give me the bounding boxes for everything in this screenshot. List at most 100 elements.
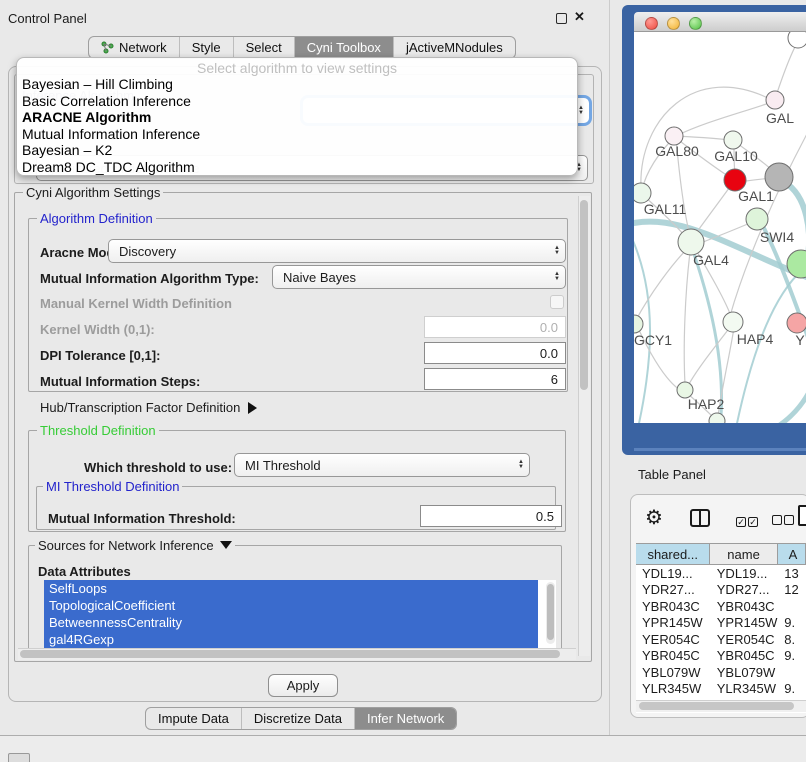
apply-button[interactable]: Apply (268, 674, 338, 697)
attribute-item[interactable]: gal4RGexp (44, 631, 538, 648)
threshold-definition-title: Threshold Definition (37, 423, 159, 438)
column-header-name[interactable]: name (710, 544, 777, 564)
tab-network-label: Network (119, 40, 167, 55)
data-attributes-list[interactable]: SelfLoopsTopologicalCoefficientBetweenne… (44, 580, 556, 648)
algorithm-option[interactable]: ARACNE Algorithm (17, 109, 577, 126)
close-icon[interactable]: ✕ (574, 9, 585, 25)
aracne-mode-combobox[interactable]: Discovery▲▼ (108, 239, 566, 263)
panel-divider[interactable] (609, 0, 610, 735)
sources-group-title[interactable]: Sources for Network Inference (35, 538, 235, 553)
network-edge[interactable] (694, 184, 732, 236)
algorithm-option[interactable]: Bayesian – K2 (17, 142, 577, 159)
network-node[interactable] (788, 32, 806, 48)
gear-icon[interactable]: ⚙ (645, 505, 663, 530)
document-icon[interactable] (798, 505, 806, 526)
kernel-width-field[interactable]: 0.0 (424, 316, 566, 338)
network-node[interactable] (746, 208, 768, 230)
network-node[interactable] (787, 313, 806, 333)
which-threshold-combobox[interactable]: MI Threshold▲▼ (234, 453, 530, 477)
algorithm-option[interactable]: Basic Correlation Inference (17, 93, 577, 110)
tab-cyni-toolbox[interactable]: Cyni Toolbox (294, 37, 393, 58)
network-edge[interactable] (676, 136, 730, 140)
node-table: shared... name A YDL19...YDL19...13YDR27… (636, 543, 806, 713)
attributes-scrollbar-thumb[interactable] (547, 584, 554, 640)
table-row[interactable]: YBR045CYBR045C9. (636, 648, 806, 665)
control-panel-title: Control Panel (8, 11, 87, 26)
hub-definition-toggle[interactable]: Hub/Transcription Factor Definition (40, 400, 257, 415)
table-panel-title: Table Panel (638, 467, 706, 482)
network-node[interactable] (724, 131, 742, 149)
dpi-tolerance-label: DPI Tolerance [0,1]: (40, 348, 160, 363)
algorithm-option[interactable]: Dream8 DC_TDC Algorithm (17, 159, 577, 176)
control-panel-tabs: Network Style Select Cyni Toolbox jActiv… (88, 36, 516, 59)
tab-network[interactable]: Network (89, 37, 179, 58)
network-window-titlebar[interactable] (634, 12, 806, 32)
table-row[interactable]: YER054CYER054C8. (636, 631, 806, 648)
mi-steps-label: Mutual Information Steps: (40, 374, 200, 389)
table-horizontal-scrollbar-thumb[interactable] (639, 702, 794, 710)
kernel-width-label: Kernel Width (0,1): (40, 322, 155, 337)
column-header-partial[interactable]: A (778, 544, 806, 564)
table-row[interactable]: YBR043CYBR043C (636, 598, 806, 615)
table-row[interactable]: YLR345WYLR345W9. (636, 681, 806, 698)
table-cell: YLR345W (636, 681, 711, 696)
table-cell: 8. (778, 632, 806, 647)
tab-select[interactable]: Select (233, 37, 294, 58)
table-row[interactable]: YDR27...YDR27...12 (636, 582, 806, 599)
tab-style[interactable]: Style (179, 37, 233, 58)
float-window-icon[interactable] (556, 13, 567, 24)
algorithm-option[interactable]: Mutual Information Inference (17, 126, 577, 143)
table-cell: YLR345W (711, 681, 779, 696)
table-row[interactable]: YPR145WYPR145W9. (636, 615, 806, 632)
network-node-label: GAL80 (655, 143, 699, 159)
table-cell: 9. (778, 615, 806, 630)
close-traffic-light[interactable] (645, 17, 658, 30)
zoom-traffic-light[interactable] (689, 17, 702, 30)
table-row[interactable]: YDL19...YDL19...13 (636, 565, 806, 582)
algorithm-option[interactable]: Bayesian – Hill Climbing (17, 76, 577, 93)
tab-infer-network[interactable]: Infer Network (354, 708, 456, 729)
settings-horizontal-scrollbar-thumb[interactable] (20, 650, 560, 658)
table-cell: YBL079W (636, 665, 711, 680)
network-node[interactable] (723, 312, 743, 332)
columns-icon[interactable] (690, 509, 710, 527)
table-cell: YDR27... (636, 582, 711, 597)
tab-discretize-data[interactable]: Discretize Data (241, 708, 354, 729)
deselect-all-checkboxes-icon[interactable] (772, 512, 796, 530)
network-node[interactable] (634, 183, 651, 203)
network-canvas[interactable]: GALGAL80GAL10GAL1GAL11SWI4GAL4GCY1HAP4YH… (634, 32, 806, 423)
table-cell: YBR043C (711, 599, 779, 614)
collapsed-panel-button[interactable] (8, 753, 30, 762)
network-node[interactable] (765, 163, 793, 191)
settings-vertical-scrollbar-thumb[interactable] (580, 200, 588, 390)
network-edge[interactable] (684, 252, 690, 384)
minimize-traffic-light[interactable] (667, 17, 680, 30)
select-all-checkboxes-icon[interactable]: ✓✓ (736, 512, 760, 530)
table-cell: YER054C (711, 632, 779, 647)
attribute-item[interactable]: SelfLoops (44, 580, 538, 597)
table-row[interactable]: YBL079WYBL079W (636, 664, 806, 681)
network-edge[interactable] (762, 224, 806, 374)
column-header-shared-name[interactable]: shared... (636, 544, 710, 564)
collapsed-arrow-icon (248, 402, 257, 414)
tab-impute-data[interactable]: Impute Data (146, 708, 241, 729)
network-node-label: GAL4 (693, 252, 729, 268)
mi-threshold-field[interactable]: 0.5 (420, 505, 562, 527)
network-node[interactable] (634, 315, 643, 333)
mi-steps-field[interactable]: 6 (424, 368, 566, 390)
tab-jactivemnodules[interactable]: jActiveMNodules (393, 37, 515, 58)
table-cell: YER054C (636, 632, 711, 647)
mi-type-combobox[interactable]: Naive Bayes▲▼ (272, 265, 566, 289)
network-node[interactable] (787, 250, 806, 278)
network-edge[interactable] (676, 102, 772, 136)
attribute-item[interactable]: TopologicalCoefficient (44, 597, 538, 614)
algorithm-definition-title: Algorithm Definition (37, 211, 156, 226)
network-icon (101, 41, 114, 54)
network-node[interactable] (766, 91, 784, 109)
network-node[interactable] (709, 413, 725, 423)
attribute-item[interactable]: BetweennessCentrality (44, 614, 538, 631)
dpi-tolerance-field[interactable]: 0.0 (424, 342, 566, 364)
network-edge[interactable] (636, 248, 688, 320)
manual-kernel-checkbox[interactable] (550, 295, 564, 309)
network-node-label: HAP4 (737, 331, 774, 347)
